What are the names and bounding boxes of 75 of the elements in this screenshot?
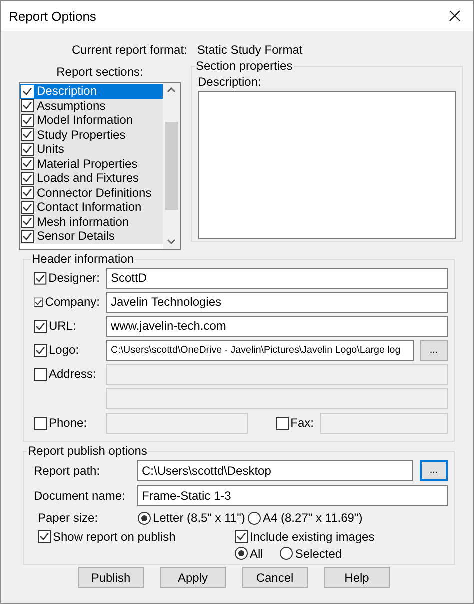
group-title: Header information [31,252,136,266]
input-field[interactable]: ScottD [106,268,448,288]
close-icon[interactable] [449,10,461,22]
input-field[interactable]: Frame-Static 1-3 [137,485,448,506]
paper-size-option[interactable]: Letter (8.5" x 11") [138,511,248,525]
section-item[interactable]: Material Properties [20,156,163,171]
checkbox[interactable] [21,230,34,243]
input-field[interactable]: Javelin Technologies [106,292,448,312]
format-label: Current report format: [72,43,188,57]
checkbox[interactable] [38,530,51,543]
window-title: Report Options [9,8,96,24]
description-field[interactable] [198,91,456,239]
checkbox[interactable] [276,416,289,430]
checkbox[interactable] [21,99,34,112]
field-checkbox[interactable]: Logo: [34,343,100,357]
dialog-button[interactable]: Cancel [242,567,308,588]
section-item[interactable]: Contact Information [20,200,163,214]
dialog-button[interactable]: Publish [78,567,144,588]
section-item[interactable]: Study Properties [20,128,163,142]
field-checkbox[interactable]: Company: [34,295,100,309]
radio-button[interactable] [138,512,151,524]
image-scope-option[interactable]: All [235,545,264,562]
radio-button[interactable] [248,512,261,524]
scrollbar[interactable] [163,83,180,249]
checkbox[interactable] [21,200,34,214]
report-path-label: Report path: [34,464,102,478]
checkbox[interactable] [21,157,34,170]
dialog-button[interactable]: Apply [160,567,226,588]
checkbox[interactable] [34,272,47,284]
checkbox[interactable] [34,416,47,430]
section-item[interactable]: Loads and Fixtures [20,171,163,186]
section-item[interactable]: Connector Definitions [20,186,163,200]
include-images-checkbox[interactable]: Include existing images [235,528,448,545]
sections-label: Report sections: [56,65,144,79]
checkbox[interactable] [21,142,34,156]
document-name-label: Document name: [34,488,126,502]
input-field[interactable]: www.javelin-tech.com [106,316,448,336]
checkbox[interactable] [21,186,34,200]
section-item[interactable]: Units [20,142,163,156]
section-item[interactable]: Mesh information [20,214,163,229]
group-title: Section properties [195,59,294,73]
show-on-publish-checkbox[interactable]: Show report on publish [38,528,235,545]
radio-button[interactable] [280,547,294,560]
checkbox[interactable] [235,530,248,543]
checkbox[interactable] [34,320,47,332]
field-checkbox[interactable]: Address: [34,367,100,381]
paper-size-option[interactable]: A4 (8.27" x 11.69") [248,511,448,525]
checkbox[interactable] [21,128,34,142]
checkbox[interactable] [21,114,34,127]
checkbox[interactable] [34,368,47,380]
field-checkbox[interactable]: Designer: [34,271,100,285]
section-item[interactable]: Sensor Details [20,229,163,244]
description-label: Description: [198,75,262,89]
browse-button[interactable]: ... [420,460,448,481]
paper-size-label: Paper size: [38,511,100,525]
section-item[interactable]: Model Information [20,113,163,128]
format-value: Static Study Format [197,43,303,57]
group-title: Report publish options [27,444,148,458]
input-field[interactable]: C:\Users\scottd\Desktop [137,460,413,481]
section-item[interactable]: Description [20,84,163,98]
radio-button[interactable] [235,547,248,560]
field-checkbox[interactable]: Fax: [254,416,314,430]
field-checkbox[interactable]: URL: [34,319,100,333]
dialog-button[interactable]: Help [324,567,390,588]
input-field[interactable]: C:\Users\scottd\OneDrive - Javelin\Pictures\Javelin Logo\Large log [106,340,414,360]
checkbox[interactable] [34,344,47,356]
browse-button[interactable]: ... [420,340,448,360]
scroll-down-icon[interactable] [167,239,176,245]
checkbox[interactable] [21,172,34,185]
section-item[interactable]: Assumptions [20,98,163,113]
checkbox[interactable] [21,215,34,228]
field-checkbox[interactable]: Phone: [34,416,100,430]
image-scope-option[interactable]: Selected [280,545,342,562]
checkbox[interactable] [34,296,44,308]
scroll-up-icon[interactable] [167,87,176,93]
